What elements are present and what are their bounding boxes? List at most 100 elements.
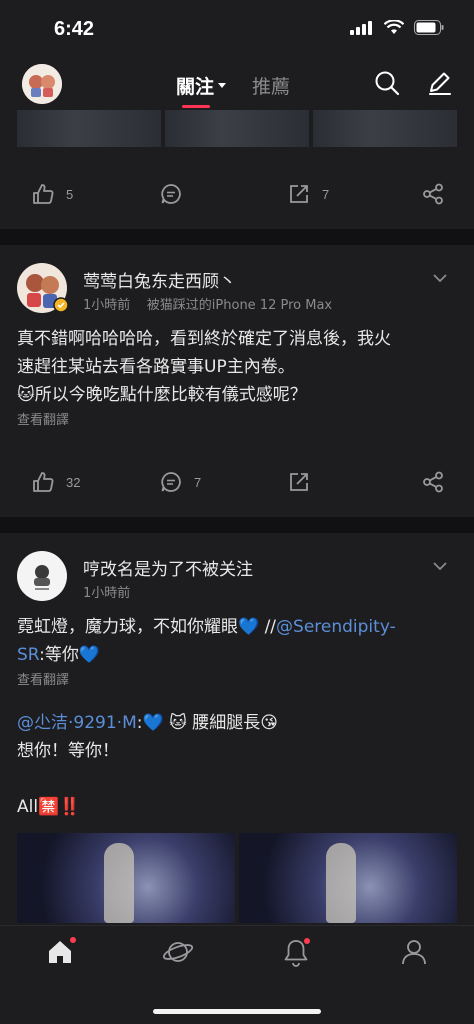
post-text-line: 真不錯啊哈哈哈哈，看到終於確定了消息後，我火	[17, 329, 391, 349]
post-text-line: 想你！等你！	[17, 741, 119, 761]
quoted-text: @尐洁·9291·M:💙 🐱 腰細腿長😘 想你！等你！ All🈲‼️	[0, 691, 474, 821]
chevron-down-icon[interactable]	[432, 561, 448, 571]
nav-actions	[374, 70, 452, 96]
post-card: 5 7	[0, 110, 474, 229]
share-icon[interactable]	[422, 183, 444, 205]
comment-icon	[161, 472, 181, 492]
double-exclamation-emoji: ‼️	[59, 797, 81, 817]
divider	[0, 229, 474, 245]
post-text-fragment: 所以今晚吃點什麼比較有儀式感呢？	[34, 385, 307, 405]
post-text: 霓虹燈，魔力球，不如你耀眼💙 //@Serendipity- SR:等你💙	[0, 605, 474, 669]
tab-follow[interactable]: 關注	[176, 72, 227, 99]
wifi-icon	[384, 20, 404, 34]
post-header: 莺莺白兔东走西顾丶 1小時前 被猫踩过的iPhone 12 Pro Max	[0, 245, 474, 317]
blue-heart-emoji: 💙	[238, 617, 260, 637]
repost-count: 7	[322, 186, 330, 202]
home-icon	[49, 941, 71, 963]
tab-home[interactable]	[46, 937, 76, 970]
cat-emoji: 🐱	[17, 385, 35, 405]
share-icon[interactable]	[422, 471, 444, 493]
post-text: 真不錯啊哈哈哈哈，看到終於確定了消息後，我火 速趕往某站去看各路實事UP主內卷。…	[0, 317, 474, 409]
author-name[interactable]: 莺莺白兔东走西顾丶	[83, 267, 236, 292]
search-icon[interactable]	[374, 70, 400, 96]
battery-icon	[414, 20, 444, 35]
translate-link[interactable]: 查看翻譯	[0, 669, 474, 691]
post-text-line: 🐱所以今晚吃點什麼比較有儀式感呢？	[17, 381, 457, 409]
like-button[interactable]: 32	[32, 471, 160, 493]
planet-icon	[162, 942, 194, 962]
repost-icon	[290, 185, 308, 203]
repost-separator: //	[259, 617, 277, 637]
cat-emoji: 🐱	[169, 713, 187, 733]
tab-discover[interactable]	[162, 938, 194, 970]
post-image[interactable]	[313, 110, 457, 147]
post-header: 哼改名是为了不被关注 1小時前	[0, 533, 474, 605]
translate-link[interactable]: 查看翻譯	[0, 409, 474, 431]
post-text-fragment: All	[17, 797, 39, 817]
active-tab-indicator	[182, 105, 210, 108]
prohibited-emoji: 🈲	[38, 797, 60, 817]
post-card: 哼改名是为了不被关注 1小時前 霓虹燈，魔力球，不如你耀眼💙 //@Serend…	[0, 533, 474, 925]
comment-button[interactable]: 7	[160, 471, 288, 493]
my-avatar[interactable]	[22, 64, 62, 104]
repost-button[interactable]: 7	[288, 183, 416, 205]
post-actions: 32 7	[0, 447, 474, 517]
post-text-line: SR:等你💙	[17, 641, 457, 669]
repost-button[interactable]	[288, 471, 416, 493]
comment-count: 7	[194, 474, 202, 490]
divider	[0, 517, 474, 533]
feed[interactable]: 5 7 莺莺白兔东走西顾丶 1小時前 被猫踩过的iPhone 12 Pro Ma…	[0, 110, 474, 925]
kiss-emoji: 😘	[260, 713, 278, 733]
top-nav: 關注 推薦	[0, 58, 474, 110]
post-meta: 1小時前 被猫踩过的iPhone 12 Pro Max	[83, 298, 333, 313]
caret-down-icon	[218, 82, 227, 88]
post-text-line: 霓虹燈，魔力球，不如你耀眼💙 //@Serendipity-	[17, 613, 457, 641]
post-text-fragment: :等你	[39, 645, 79, 665]
comment-button[interactable]	[160, 183, 288, 205]
post-text-line: @尐洁·9291·M:💙 🐱 腰細腿長😘	[17, 709, 457, 737]
tab-notifications[interactable]	[282, 938, 310, 972]
post-image[interactable]	[239, 833, 457, 923]
post-text-line: All🈲‼️	[17, 793, 457, 821]
status-bar: 6:42	[0, 0, 474, 58]
post-images	[0, 110, 474, 147]
author-name[interactable]: 哼改名是为了不被关注	[83, 555, 253, 580]
tab-recommend[interactable]: 推薦	[252, 72, 290, 99]
mention-link[interactable]: @Serendipity-	[276, 617, 396, 637]
post-image[interactable]	[17, 833, 235, 923]
mention-link-continued[interactable]: SR	[17, 645, 39, 665]
status-icons	[350, 20, 444, 35]
like-count: 5	[66, 186, 74, 202]
notification-dot	[70, 937, 76, 943]
like-count: 32	[66, 474, 81, 490]
home-indicator	[153, 1009, 321, 1014]
tab-profile[interactable]	[400, 938, 428, 970]
chevron-down-icon[interactable]	[432, 273, 448, 283]
compose-icon[interactable]	[426, 70, 452, 96]
post-images	[0, 821, 474, 923]
thumbs-up-icon	[33, 472, 54, 492]
notification-dot	[304, 938, 310, 944]
verified-badge-icon	[53, 297, 69, 313]
nav-tabs: 關注 推薦	[176, 72, 290, 99]
post-text-fragment: 霓虹燈，魔力球，不如你耀眼	[17, 617, 238, 637]
mention-link[interactable]: @尐洁·9291·M	[17, 713, 137, 733]
signal-icon	[350, 20, 372, 35]
comment-icon	[161, 184, 181, 204]
repost-icon	[290, 473, 308, 491]
profile-icon	[402, 940, 426, 965]
post-text-line: 速趕往某站去看各路實事UP主內卷。	[17, 357, 295, 377]
post-image[interactable]	[17, 110, 161, 147]
post-actions: 5 7	[0, 159, 474, 229]
like-button[interactable]: 5	[32, 183, 160, 205]
tab-follow-label: 關注	[176, 77, 215, 98]
post-text-fragment: 腰細腿長	[192, 713, 261, 733]
blue-heart-emoji: 💙	[78, 645, 100, 665]
post-card: 莺莺白兔东走西顾丶 1小時前 被猫踩过的iPhone 12 Pro Max 真不…	[0, 245, 474, 517]
status-time: 6:42	[54, 18, 95, 40]
post-image[interactable]	[165, 110, 309, 147]
blue-heart-emoji: 💙	[142, 713, 164, 733]
thumbs-up-icon	[33, 184, 54, 204]
author-avatar[interactable]	[17, 551, 67, 601]
post-meta: 1小時前	[83, 586, 131, 601]
